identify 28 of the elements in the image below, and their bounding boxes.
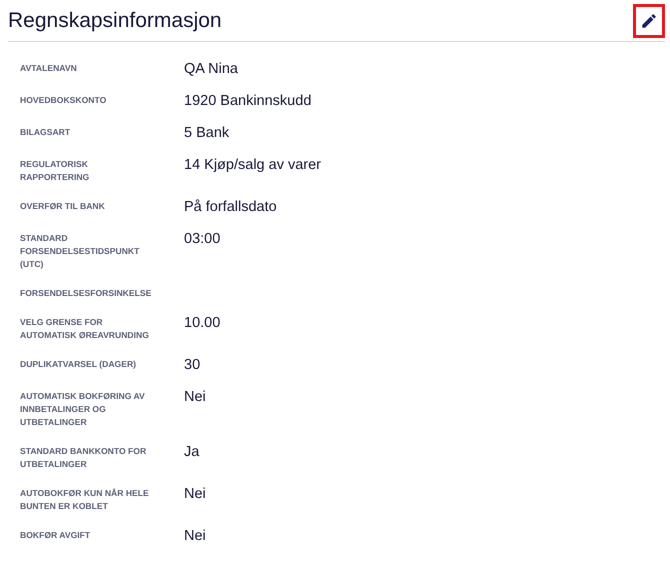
field-label: HOVEDBOKSKONTO	[20, 94, 108, 107]
pencil-icon	[640, 12, 658, 30]
page-title: Regnskapsinformasjon	[8, 8, 222, 34]
field-label: VELG GRENSE FOR AUTOMATISK ØREAVRUNDING	[20, 316, 150, 342]
field-value: 14 Kjøp/salg av varer	[184, 156, 322, 175]
field-value: 1920 Bankinnskudd	[184, 92, 312, 110]
field-value: QA Nina	[184, 60, 239, 78]
field-value: Ja	[184, 443, 200, 462]
field-label: STANDARD BANKKONTO FOR UTBETALINGER	[20, 445, 148, 471]
field-value: 30	[184, 356, 202, 374]
field-label: AUTOMATISK BOKFØRING AV INNBETALINGER OG UTBETALINGER	[20, 390, 146, 429]
field-label: OVERFØR TIL BANK	[20, 200, 106, 213]
field-value: Nei	[184, 527, 207, 545]
field-value: Nei	[184, 388, 207, 407]
field-value: På forfallsdato	[184, 198, 278, 216]
field-label: AVTALENAVN	[20, 62, 78, 75]
field-label: FORSENDELSESFORSINKELSE	[20, 287, 152, 300]
field-label: AUTOBOKFØR KUN NÅR HELE BUNTEN ER KOBLET	[20, 487, 150, 513]
field-label: REGULATORISK RAPPORTERING	[20, 158, 90, 184]
field-value: 03:00	[184, 230, 222, 249]
field-value: 10.00	[184, 314, 222, 333]
edit-button[interactable]	[633, 4, 665, 38]
field-value: Nei	[184, 485, 207, 504]
field-label: BOKFØR AVGIFT	[20, 529, 92, 542]
field-label: DUPLIKATVARSEL (DAGER)	[20, 358, 138, 371]
field-label: BILAGSART	[20, 126, 72, 139]
field-value: 5 Bank	[184, 124, 230, 142]
field-label: STANDARD FORSENDELSESTIDSPUNKT (UTC)	[20, 232, 140, 271]
